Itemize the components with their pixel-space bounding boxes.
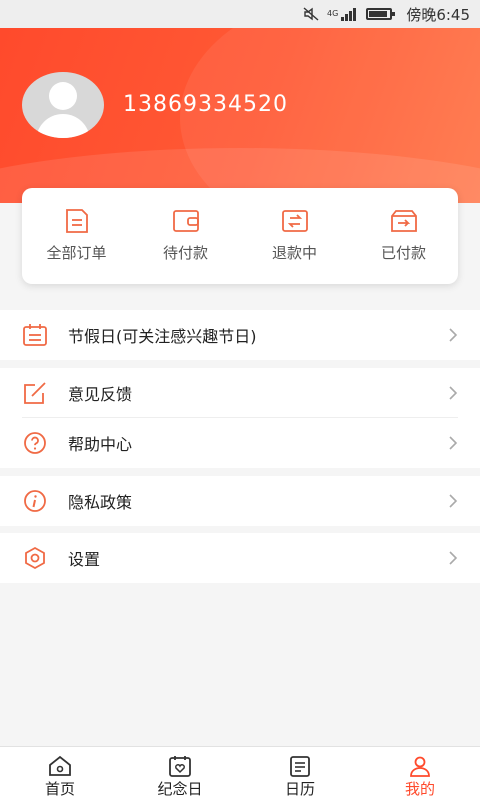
wallet-icon [172,210,199,232]
tab-label: 纪念日 [157,780,203,798]
person-icon [410,756,430,777]
holidays-item[interactable]: 节假日(可关注感兴趣节日) [0,310,480,360]
chevron-right-icon [449,436,458,450]
calendar-list-icon [290,756,310,777]
user-phone[interactable]: 13869334520 [123,92,288,117]
info-icon [22,488,48,514]
paid-box-icon [390,210,417,232]
tab-label: 我的 [404,780,435,798]
chevron-right-icon [449,551,458,565]
edit-icon [22,380,48,406]
status-bar: 4G 傍晚6:45 [0,0,480,28]
refund-icon [281,210,308,232]
order-label: 已付款 [380,244,426,262]
privacy-group: 隐私政策 [0,476,480,526]
menu-label: 设置 [68,550,101,569]
menu-label: 隐私政策 [68,493,133,512]
avatar[interactable] [22,72,104,138]
pending-payment-button[interactable]: 待付款 [131,188,240,284]
home-icon [49,755,71,776]
tab-mine[interactable]: 我的 [360,747,480,800]
status-time: 傍晚6:45 [406,5,470,24]
tab-label: 日历 [284,780,315,798]
chevron-right-icon [449,328,458,342]
tab-home[interactable]: 首页 [0,747,120,800]
settings-group: 设置 [0,533,480,583]
help-icon [22,430,48,456]
battery-icon [366,8,396,20]
chevron-right-icon [449,494,458,508]
signal-icon: 4G [327,7,358,21]
menu-label: 帮助中心 [68,435,133,454]
order-label: 全部订单 [46,244,107,262]
privacy-policy-item[interactable]: 隐私政策 [0,476,480,526]
order-label: 待付款 [162,244,208,262]
help-center-item[interactable]: 帮助中心 [0,418,480,468]
support-group: 意见反馈 帮助中心 [0,368,480,468]
tab-calendar[interactable]: 日历 [240,747,360,800]
menu-label: 意见反馈 [68,385,133,404]
order-label: 退款中 [271,244,317,262]
chevron-right-icon [449,386,458,400]
tab-anniversary[interactable]: 纪念日 [120,747,240,800]
tab-label: 首页 [44,780,75,798]
feedback-item[interactable]: 意见反馈 [0,368,480,418]
document-icon [65,209,88,233]
menu-label: 节假日(可关注感兴趣节日) [68,327,257,346]
heart-calendar-icon [169,756,191,777]
paid-button[interactable]: 已付款 [349,188,458,284]
bottom-tab-bar: 首页 纪念日 日历 我的 [0,746,480,800]
calendar-icon [22,322,48,348]
profile-header: 13869334520 [0,28,480,203]
network-type: 4G [327,9,339,18]
holidays-group: 节假日(可关注感兴趣节日) [0,310,480,360]
settings-icon [22,545,48,571]
mute-icon [303,7,319,21]
orders-card: 全部订单 待付款 退款中 已付款 [22,188,458,284]
settings-item[interactable]: 设置 [0,533,480,583]
refunding-button[interactable]: 退款中 [240,188,349,284]
all-orders-button[interactable]: 全部订单 [22,188,131,284]
